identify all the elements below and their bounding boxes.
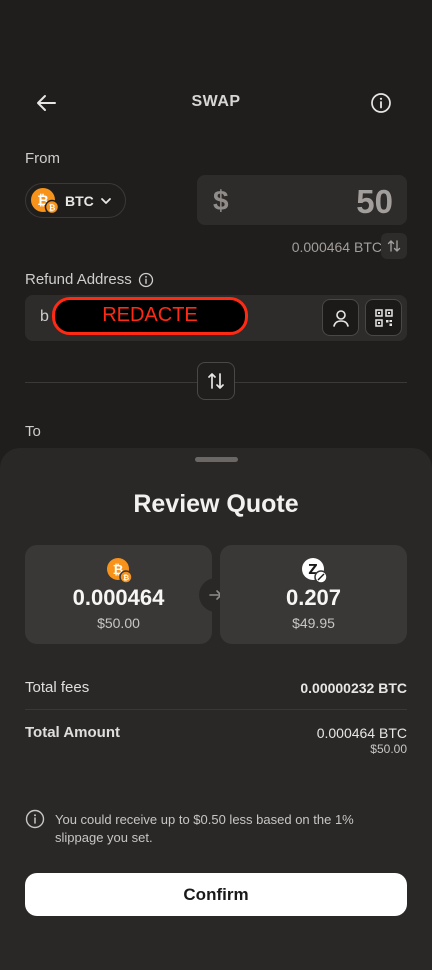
sheet-grabber[interactable] <box>195 457 238 462</box>
converted-amount: 0.000464 BTC <box>291 239 382 255</box>
row-separator <box>25 709 407 710</box>
token-selector[interactable]: ₿ ₿ BTC <box>25 183 126 218</box>
redaction-overlay: REDACTE <box>52 297 248 335</box>
to-label: To <box>25 423 41 440</box>
refund-address-field[interactable]: b REDACTE <box>25 295 407 341</box>
chevron-down-icon <box>100 197 111 204</box>
to-usd: $49.95 <box>292 615 335 631</box>
currency-symbol: $ <box>213 185 229 216</box>
refund-address-label: Refund Address <box>25 271 154 288</box>
to-quote-card: Z 0.207 $49.95 <box>220 545 407 644</box>
total-amount-label: Total Amount <box>25 724 120 741</box>
info-icon[interactable] <box>138 272 154 288</box>
person-icon <box>332 309 349 327</box>
total-fees-label: Total fees <box>25 679 90 696</box>
info-button[interactable] <box>370 92 392 114</box>
confirm-button[interactable]: Confirm <box>25 873 407 916</box>
bitcoin-icon: ₿ ₿ <box>31 187 60 214</box>
address-prefix: b <box>40 308 49 325</box>
swap-direction-button[interactable] <box>197 362 235 400</box>
amount-input[interactable]: $ 50 <box>197 175 407 225</box>
svg-text:₿: ₿ <box>49 203 56 212</box>
info-icon <box>25 809 45 829</box>
contacts-button[interactable] <box>322 299 359 336</box>
amount-value: 50 <box>356 183 393 220</box>
sheet-title: Review Quote <box>133 490 299 518</box>
swap-vertical-icon <box>208 373 224 389</box>
svg-text:₿: ₿ <box>123 573 129 582</box>
toggle-unit-button[interactable] <box>381 233 407 259</box>
total-fees-value: 0.00000232 BTC <box>300 680 407 696</box>
total-amount-usd: $50.00 <box>370 742 407 756</box>
from-usd: $50.00 <box>97 615 140 631</box>
from-amount: 0.000464 <box>72 585 165 610</box>
refund-label-text: Refund Address <box>25 271 132 288</box>
total-amount-value: 0.000464 BTC <box>316 725 407 741</box>
slippage-notice: You could receive up to $0.50 less based… <box>55 812 354 845</box>
scan-qr-button[interactable] <box>365 299 402 336</box>
from-quote-card: ₿ ₿ 0.000464 $50.00 <box>25 545 212 644</box>
to-amount: 0.207 <box>285 585 342 610</box>
bitcoin-icon: ₿ ₿ <box>107 558 133 584</box>
zcash-icon: Z <box>302 558 328 584</box>
info-icon <box>371 93 391 113</box>
swap-vertical-icon <box>387 240 401 252</box>
from-label: From <box>25 150 60 167</box>
token-symbol: BTC <box>65 192 94 209</box>
page-title: SWAP <box>191 93 241 110</box>
qr-code-icon <box>374 308 393 327</box>
